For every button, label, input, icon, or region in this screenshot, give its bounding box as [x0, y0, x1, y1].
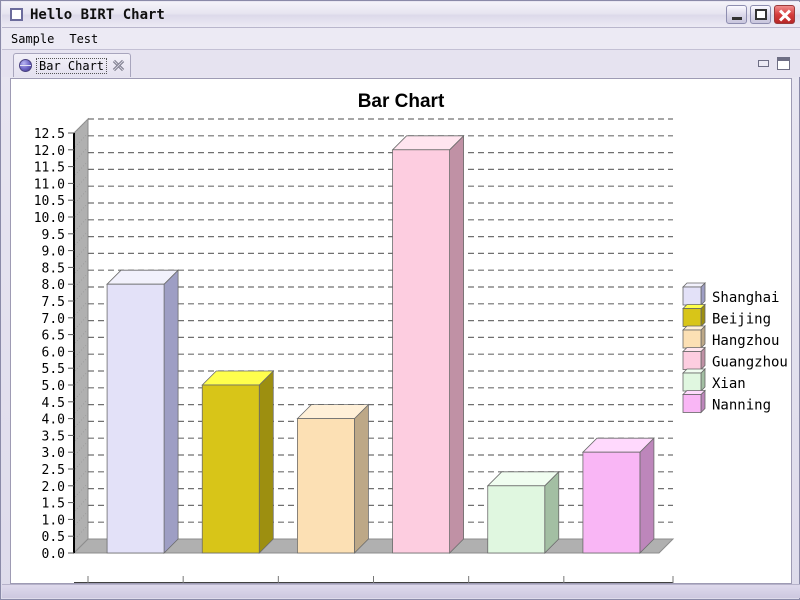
menu-bar: Sample Test [2, 28, 800, 50]
bar-xian [486, 470, 560, 554]
legend-swatch-top [682, 304, 706, 309]
y-axis-tick-label: 0.5 [42, 530, 65, 545]
y-axis-tick-label: 8.0 [42, 278, 65, 293]
bar-chart-plot: 12.5 12.0 11.5 11.0 10.5 10.0 9.5 9.0 8.5 8.0 7.5 7… [11, 79, 791, 583]
window-bottom-bevel [2, 584, 800, 598]
bar-guangzhou [391, 134, 465, 554]
chart-svg: 12.5 12.0 11.511.0 10.5 10.0 9.5 9.08.5 8.0 7.5 7… [34, 117, 788, 583]
legend-swatch [682, 308, 702, 327]
y-axis-tick-label: 2.5 [42, 463, 65, 478]
bar-side-face [163, 269, 179, 554]
legend-label: Hangzhou [712, 333, 779, 349]
legend-item-beijing: Beijing [682, 303, 771, 328]
y-axis-tick-label: 1.5 [42, 497, 65, 512]
window-controls [726, 5, 795, 24]
tab-controls [758, 57, 790, 70]
y-axis-tick-label: 4.0 [42, 413, 65, 428]
y-axis-tick-label: 1.0 [42, 513, 65, 528]
title-bar: Hello BIRT Chart [2, 2, 800, 28]
legend-label: Guangzhou [712, 355, 788, 371]
legend-label: Nanning [712, 398, 771, 414]
y-axis-tick-label: 12.0 [34, 144, 65, 159]
y-axis-tick-label: 3.5 [42, 429, 65, 444]
y-axis-tick-label: 7.0 [42, 312, 65, 327]
legend-swatch-top [682, 347, 706, 352]
bar-front-face [297, 418, 355, 554]
y-axis-tick-label: 11.0 [34, 177, 65, 192]
application-window: Hello BIRT Chart Sample Test Bar Chart B… [0, 0, 800, 600]
bar-front-face [106, 283, 165, 554]
tab-bar-chart-label: Bar Chart [36, 57, 108, 74]
chart-canvas: Bar Chart 12.5 12.0 11.5 11.0 10.5 10.0 9.5 9.0… [10, 78, 792, 584]
y-axis-tick-label: 9.0 [42, 245, 65, 260]
legend-swatch-top [682, 325, 706, 331]
maximize-button[interactable] [750, 5, 771, 24]
legend-swatch-top [682, 282, 706, 288]
y-axis-tick-label: 2.0 [42, 480, 65, 495]
globe-icon [19, 59, 32, 72]
bar-front-face [392, 149, 450, 554]
y-axis-tick-label: 9.5 [42, 228, 65, 243]
legend-swatch [682, 329, 702, 349]
bar-beijing [201, 370, 275, 554]
legend-label: Beijing [712, 312, 771, 328]
y-axis-tick-label: 3.0 [42, 446, 65, 461]
y-axis-tick-label: 11.5 [34, 161, 65, 176]
legend-swatch-top [682, 368, 706, 374]
legend-swatch [682, 286, 702, 306]
y-axis-tick-label: 6.0 [42, 345, 65, 360]
legend-swatch [682, 351, 702, 370]
bar-nanning [581, 437, 655, 554]
window-title: Hello BIRT Chart [30, 6, 165, 23]
legend-swatch-top [682, 390, 706, 395]
y-axis-tick-label: 8.5 [42, 261, 65, 276]
tab-minimize-icon[interactable] [758, 60, 769, 67]
bar-shanghai [106, 269, 180, 554]
tab-strip: Bar Chart [2, 50, 800, 77]
y-axis-tick-label: 12.5 [34, 127, 65, 142]
y-axis-tick-label: 6.5 [42, 329, 65, 344]
y-axis-tick-label: 7.5 [42, 295, 65, 310]
legend-swatch [682, 394, 702, 413]
bar-hangzhou [296, 403, 370, 554]
minimize-button[interactable] [726, 5, 747, 24]
legend-label: Shanghai [712, 290, 779, 306]
bar-front-face [201, 384, 260, 554]
legend-swatch [682, 372, 702, 392]
y-axis-tick-label: 5.5 [42, 362, 65, 377]
window-icon [10, 8, 23, 21]
bar-side-face [449, 134, 464, 554]
close-button[interactable] [774, 5, 795, 24]
legend-item-hangzhou: Hangzhou [682, 325, 779, 349]
y-axis-tick-label: 10.5 [34, 194, 65, 209]
bar-front-face [487, 485, 546, 554]
tab-bar-chart[interactable]: Bar Chart [13, 53, 132, 77]
bar-side-face [639, 437, 655, 554]
close-icon[interactable] [112, 59, 125, 72]
y-axis-tick-label: 4.5 [42, 396, 65, 411]
menu-item-test[interactable]: Test [63, 31, 104, 47]
y-axis-tick-label: 10.0 [34, 211, 65, 226]
menu-item-sample[interactable]: Sample [5, 31, 60, 47]
legend-item-guangzhou: Guangzhou [682, 346, 788, 371]
legend-item-xian: Xian [682, 368, 746, 392]
bar-side-face [354, 403, 369, 554]
tab-maximize-icon[interactable] [777, 57, 790, 70]
y-axis-tick-label: 0.0 [42, 547, 65, 562]
bar-side-face [258, 370, 274, 554]
legend-item-shanghai: Shanghai [682, 282, 779, 306]
y-axis-tick-label: 5.0 [42, 379, 65, 394]
legend-item-nanning: Nanning [682, 389, 771, 414]
bar-front-face [582, 451, 641, 554]
legend-label: Xian [712, 376, 746, 392]
